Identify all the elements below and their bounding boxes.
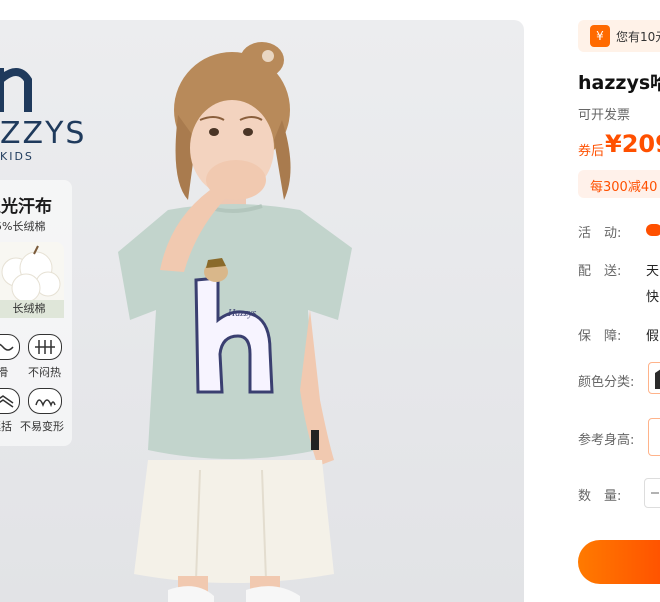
delivery-value-2: 快 — [646, 290, 660, 305]
feature-label: 不易变形 — [20, 420, 64, 433]
cotton-label: 长绒棉 — [0, 300, 64, 318]
brand-logo-h-icon — [0, 60, 36, 112]
product-photo-illustration: Hazzys — [118, 42, 352, 602]
size-option[interactable] — [648, 418, 660, 456]
minus-icon — [651, 492, 659, 494]
promo-text: 每300减40 — [590, 180, 658, 195]
brand-logo-word: ZZYS — [0, 116, 87, 151]
feature-label: 细滑 — [0, 366, 8, 379]
price-value: ¥209 — [605, 130, 660, 158]
delivery-label: 配 送: — [578, 264, 622, 279]
quantity-label: 数 量: — [578, 489, 622, 504]
feature-label: 不闷热 — [28, 366, 61, 379]
brand-logo-kids: KIDS — [0, 150, 34, 163]
invoice-note: 可开发票 — [578, 108, 631, 123]
crisp-icon — [0, 388, 20, 414]
size-label: 参考身高: — [578, 433, 635, 448]
activity-badge[interactable] — [646, 224, 660, 236]
delivery-value: 天 — [646, 264, 660, 279]
coupon-yen-icon: ¥ — [590, 25, 610, 47]
breathable-icon — [28, 334, 62, 360]
smooth-icon — [0, 334, 20, 360]
feature-label: 挺括 — [0, 420, 12, 433]
fabric-title: 丝光汗布 — [0, 197, 52, 217]
price-prefix: 券后 — [578, 144, 605, 159]
guarantee-label: 保 障: — [578, 329, 622, 344]
quantity-stepper[interactable] — [644, 478, 660, 508]
color-option[interactable] — [648, 362, 660, 394]
svg-text:Hazzys: Hazzys — [227, 308, 256, 319]
activity-label: 活 动: — [578, 226, 622, 241]
guarantee-value: 假 — [646, 329, 660, 344]
no-deform-icon — [28, 388, 62, 414]
buy-now-button[interactable] — [578, 540, 660, 584]
product-main-image[interactable]: Hazzys — [0, 20, 524, 602]
color-label: 颜色分类: — [578, 375, 635, 390]
product-title: hazzys哈 — [578, 72, 660, 94]
fabric-subtitle: 95%长绒棉 — [0, 220, 46, 233]
coupon-text: 您有10元 — [616, 30, 660, 44]
